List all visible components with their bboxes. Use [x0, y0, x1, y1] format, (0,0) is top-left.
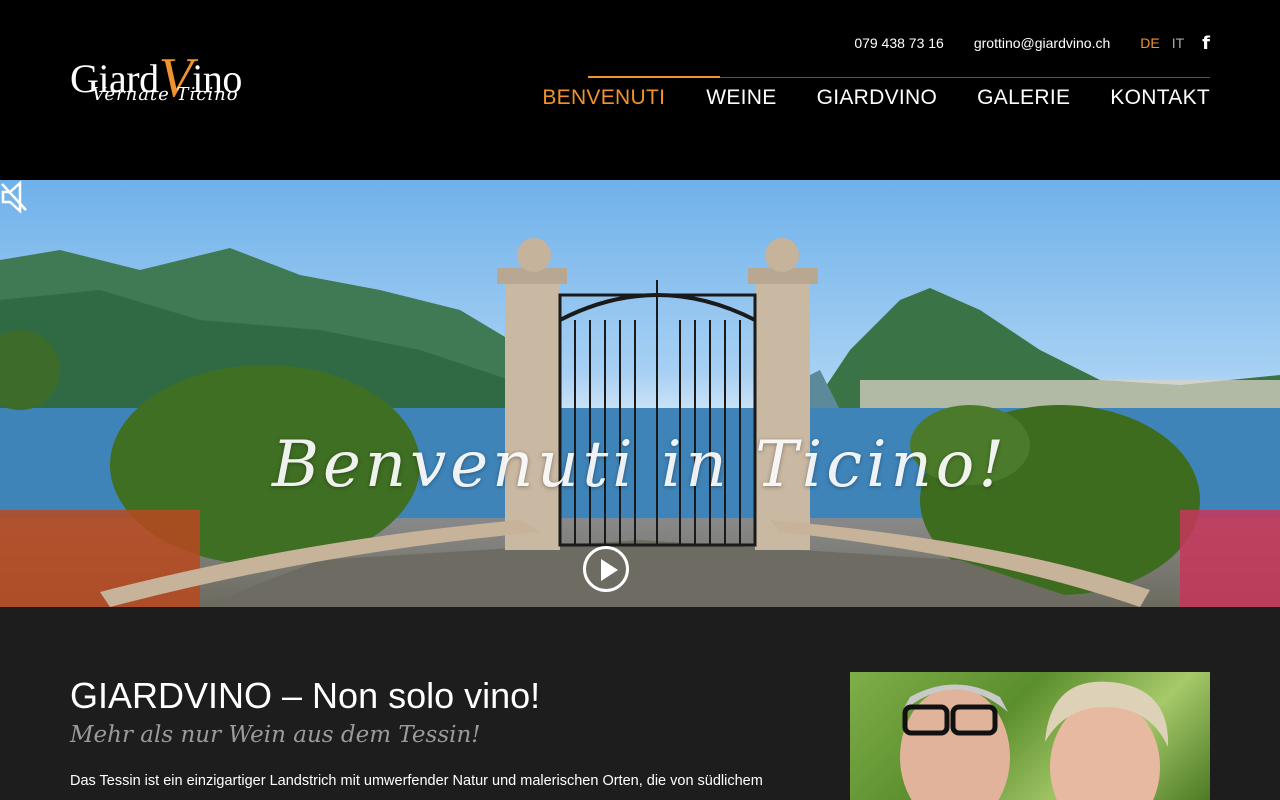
- nav-active-indicator: [588, 76, 720, 78]
- logo[interactable]: GiardVino Vernate Ticino: [70, 28, 270, 110]
- phone-link[interactable]: 079 438 73 16: [854, 35, 944, 51]
- language-it[interactable]: IT: [1172, 35, 1184, 51]
- intro-paragraph: Das Tessin ist ein einzigartiger Landstr…: [70, 773, 763, 789]
- owners-photo: [850, 672, 1210, 800]
- language-de[interactable]: DE: [1140, 35, 1159, 51]
- nav-item-giardvino[interactable]: GIARDVINO: [817, 86, 938, 110]
- main-nav: BENVENUTI WEINE GIARDVINO GALERIE KONTAK…: [542, 86, 1210, 110]
- hero-scene-image: [0, 238, 1280, 607]
- section-subheading: Mehr als nur Wein aus dem Tessin!: [70, 722, 481, 748]
- logo-subtitle: Vernate Ticino: [92, 84, 239, 105]
- site-header: GiardVino Vernate Ticino 079 438 73 16 g…: [0, 0, 1280, 180]
- nav-item-weine[interactable]: WEINE: [706, 86, 776, 110]
- email-link[interactable]: grottino@giardvino.ch: [974, 35, 1110, 51]
- hero-title: Benvenuti in Ticino!: [271, 428, 1009, 502]
- nav-item-kontakt[interactable]: KONTAKT: [1110, 86, 1210, 110]
- top-contact-bar: 079 438 73 16 grottino@giardvino.ch DE I…: [854, 33, 1210, 54]
- section-heading: GIARDVINO – Non solo vino!: [70, 675, 541, 716]
- nav-item-benvenuti[interactable]: BENVENUTI: [542, 86, 665, 110]
- mute-icon[interactable]: [0, 180, 30, 214]
- play-icon[interactable]: [583, 546, 629, 592]
- hero-video[interactable]: Benvenuti in Ticino!: [0, 180, 1280, 607]
- intro-section: GIARDVINO – Non solo vino! Mehr als nur …: [0, 607, 1280, 800]
- nav-item-galerie[interactable]: GALERIE: [977, 86, 1070, 110]
- facebook-icon[interactable]: f: [1202, 33, 1210, 54]
